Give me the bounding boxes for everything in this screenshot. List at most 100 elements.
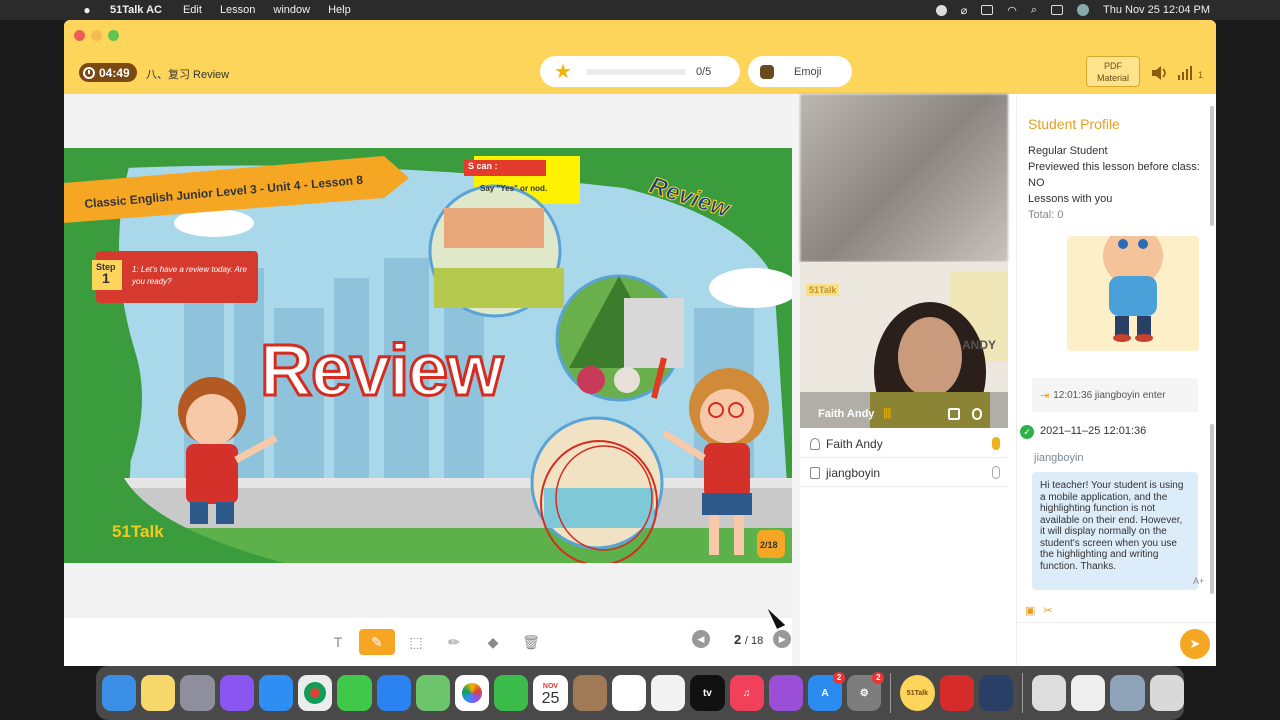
teacher-video[interactable] [800,94,1008,262]
sticker-icon[interactable]: ▣ [1025,604,1035,617]
menu-bar: ● 51Talk AC Edit Lesson window Help ⌀ ◠ … [0,0,1280,20]
menu-help[interactable]: Help [319,4,360,16]
audio-level-icon: |||| [883,407,892,419]
lesson-title: 八、复习 Review [146,69,230,81]
slide-page-badge: 2/18 [760,540,778,550]
drawing-toolbar: T ✎ ⬚ ✏ ◆ 🗑 ◀ 2 / 18 ▶ [64,618,792,666]
chrome-icon[interactable] [298,675,333,711]
next-page-button[interactable]: ▶ [773,630,792,648]
bluetooth-off-icon[interactable]: ⌀ [961,4,968,17]
mic-active-icon[interactable] [992,437,1000,450]
student-video[interactable]: 51Talk ANDY Faith Andy |||| [800,262,1008,428]
clock-icon [83,66,95,79]
eraser-tool-icon[interactable]: ◆ [481,630,505,654]
prev-page-button[interactable]: ◀ [692,630,710,648]
video-mic-icon[interactable] [972,408,982,420]
signal-icon [1178,66,1192,80]
zoom-window-button[interactable] [108,30,119,41]
profile-scrollbar[interactable] [1210,106,1214,226]
translate-icon[interactable]: A+ [1193,576,1204,586]
chat-input[interactable] [1017,622,1216,623]
profile-total: Total: 0 [1028,209,1064,221]
launchpad-icon[interactable] [180,675,215,711]
lesson-timer: 04:49 [79,63,137,82]
app-store-badge: 2 [833,672,846,684]
battery-icon[interactable] [981,5,994,15]
video-bg-name: ANDY [962,338,997,352]
app-store-icon[interactable]: A 2 [807,672,846,711]
participant-name: jiangboyin [826,465,881,480]
quicktime-icon[interactable] [978,675,1013,711]
recent-document-thumb[interactable] [1071,675,1106,711]
text-tool-icon[interactable]: T [326,630,350,654]
menu-lesson[interactable]: Lesson [211,4,264,16]
scissors-icon[interactable]: ✂ [1043,604,1052,617]
finder-icon[interactable] [102,675,137,711]
contacts-icon[interactable] [572,675,607,711]
facetime-icon[interactable] [494,675,529,711]
menu-window[interactable]: window [264,4,319,16]
system-preferences-icon[interactable]: ⚙ 2 [847,672,885,711]
chat-scrollbar[interactable] [1210,424,1214,594]
recent-window-thumb[interactable] [1031,675,1067,711]
51talk-icon[interactable]: 51Talk [900,675,935,711]
photo-booth-icon[interactable] [939,675,974,711]
slide-logo: 51Talk [112,522,164,541]
s-can-text: Say "Yes" or nod. [480,184,548,193]
downloads-icon[interactable] [1110,675,1145,711]
participant-name: Faith Andy [826,436,883,451]
reminders-icon[interactable] [611,675,647,711]
select-tool-icon[interactable]: ⬚ [404,630,428,654]
app-window: 04:49 八、复习 Review ★ 0/5 Emoji PDF Materi… [64,20,1216,666]
send-button[interactable]: ➤ [1180,629,1210,659]
pen-tool-icon[interactable]: ✎ [359,629,395,655]
calendar-icon[interactable]: NOV 25 [533,675,568,711]
star-icon: ★ [554,60,572,83]
menu-datetime[interactable]: Thu Nov 25 12:04 PM [1103,4,1210,16]
pdf-material-button[interactable]: PDF Material [1086,56,1140,87]
expand-video-icon[interactable] [948,408,960,420]
chat-tools: ▣ ✂ [1025,604,1053,617]
record-icon[interactable] [935,4,947,16]
51talk-label: 51Talk [906,689,929,697]
highlighter-tool-icon[interactable]: ✏ [442,630,466,654]
lesson-slide[interactable]: Classic English Junior Level 3 - Unit 4 … [64,148,792,563]
messages-icon[interactable] [337,675,372,711]
music-icon[interactable]: ♫ [729,675,764,711]
side-panel: Student Profile Regular Student Previewe… [1016,94,1216,666]
user-icon [810,437,820,450]
trash-bin-icon[interactable] [1149,675,1184,711]
star-progress[interactable]: ★ 0/5 [540,56,740,87]
mic-icon[interactable] [992,466,1000,479]
apple-icon[interactable]: ● [78,3,96,17]
minimize-window-button[interactable] [91,30,102,41]
notes-app-icon[interactable] [651,675,686,711]
chat-timestamp: 2021–11–25 12:01:36 [1040,425,1147,437]
apple-tv-icon[interactable]: tv [690,675,725,711]
maps-icon[interactable] [415,675,450,711]
podcasts-icon[interactable] [768,675,803,711]
mail-icon[interactable] [376,675,411,711]
speaker-icon[interactable] [1151,66,1169,80]
window-controls [74,30,119,41]
safari-icon[interactable] [258,675,294,711]
menu-app-name[interactable]: 51Talk AC [96,4,174,16]
step-text: 1: Let's have a review today. Are you re… [132,265,247,286]
star-progress-text: 0/5 [695,65,712,78]
profile-previewed: Previewed this lesson before class: NO [1028,161,1200,189]
photos-icon[interactable] [454,675,490,711]
emoji-button[interactable]: Emoji [748,56,852,87]
chat-enter-notice: ⇥ 12:01:36 jiangboyin enter [1032,378,1198,412]
user-avatar-icon[interactable] [1076,4,1089,16]
menu-edit[interactable]: Edit [174,4,211,16]
emoji-label: Emoji [794,65,822,78]
profile-lessons: Lessons with you [1028,193,1113,205]
wifi-icon[interactable]: ◠ [1007,4,1017,17]
control-center-icon[interactable] [1050,5,1063,15]
trash-icon[interactable]: 🗑 [519,630,543,654]
profile-details: Regular Student Previewed this lesson be… [1028,143,1208,223]
close-window-button[interactable] [74,30,85,41]
notes-icon[interactable] [141,675,176,711]
messenger-icon[interactable] [219,675,254,711]
search-icon[interactable]: ⌕ [1031,4,1037,17]
